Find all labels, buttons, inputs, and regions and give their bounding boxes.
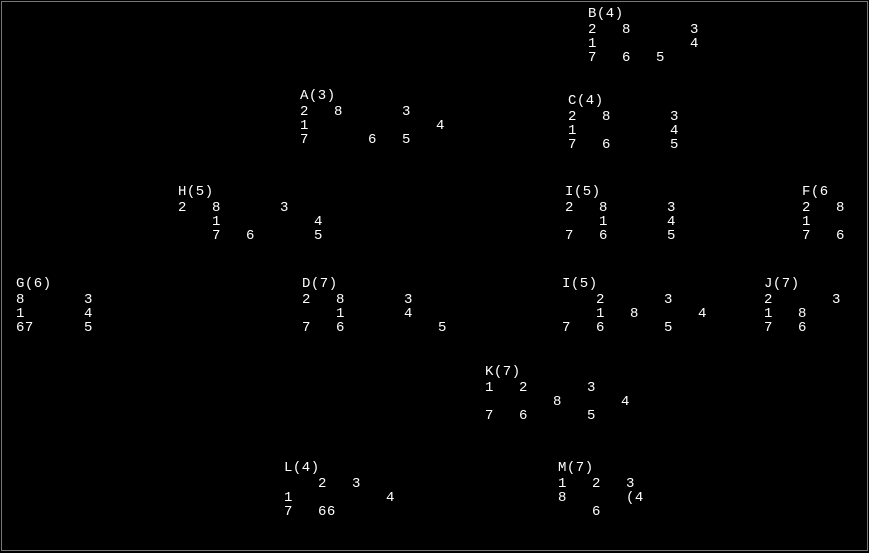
node-F-grid: 28 1 76	[802, 201, 868, 243]
node-partial: 2 3 1 7	[837, 82, 868, 140]
node-J: J(7) 23 184 765	[764, 277, 868, 335]
node-I-grid: 283 14 765	[565, 201, 701, 243]
node-K-label: K(7)	[485, 365, 655, 379]
node-G-label: G(6)	[16, 277, 118, 291]
node-G-grid: 83 14 675	[16, 293, 118, 335]
node-K-grid: 123 84 765	[485, 381, 655, 423]
node-K: K(7) 123 84 765	[485, 365, 655, 423]
node-G: G(6) 83 14 675	[16, 277, 118, 335]
node-A: A(3) 283 14 765	[300, 89, 470, 147]
node-L-label: L(4)	[284, 461, 420, 475]
node-I2-grid: 23 184 765	[562, 293, 732, 335]
node-I: I(5) 283 14 765	[565, 185, 701, 243]
node-A-grid: 283 14 765	[300, 105, 470, 147]
node-I2: I(5) 23 184 765	[562, 277, 732, 335]
node-M: M(7) 123 8(4 6	[558, 461, 660, 519]
tree-diagram: G(6) 83 14 675 H(5) 283 14 765 A(3) 283 …	[1, 1, 868, 551]
node-H: H(5) 283 14 765	[178, 185, 348, 243]
node-I-label: I(5)	[565, 185, 701, 199]
node-I2-label: I(5)	[562, 277, 732, 291]
node-L: L(4) 23 14 766	[284, 461, 420, 519]
node-D: D(7) 283 14 765	[302, 277, 472, 335]
node-F-label: F(6	[802, 185, 868, 199]
node-B-grid: 283 14 765	[588, 23, 724, 65]
node-A-label: A(3)	[300, 89, 470, 103]
node-F: F(6 28 1 76	[802, 185, 868, 243]
node-H-label: H(5)	[178, 185, 348, 199]
node-B-label: B(4)	[588, 7, 724, 21]
node-C-grid: 283 14 765	[568, 110, 704, 152]
node-M-grid: 123 8(4 6	[558, 477, 660, 519]
node-L-grid: 23 14 766	[284, 477, 420, 519]
node-D-label: D(7)	[302, 277, 472, 291]
node-C-label: C(4)	[568, 94, 704, 108]
node-D-grid: 283 14 765	[302, 293, 472, 335]
node-J-grid: 23 184 765	[764, 293, 868, 335]
node-C: C(4) 283 14 765	[568, 94, 704, 152]
node-M-label: M(7)	[558, 461, 660, 475]
node-partial-grid: 2 3 1 7	[837, 84, 868, 140]
node-J-label: J(7)	[764, 277, 868, 291]
node-B: B(4) 283 14 765	[588, 7, 724, 65]
node-H-grid: 283 14 765	[178, 201, 348, 243]
